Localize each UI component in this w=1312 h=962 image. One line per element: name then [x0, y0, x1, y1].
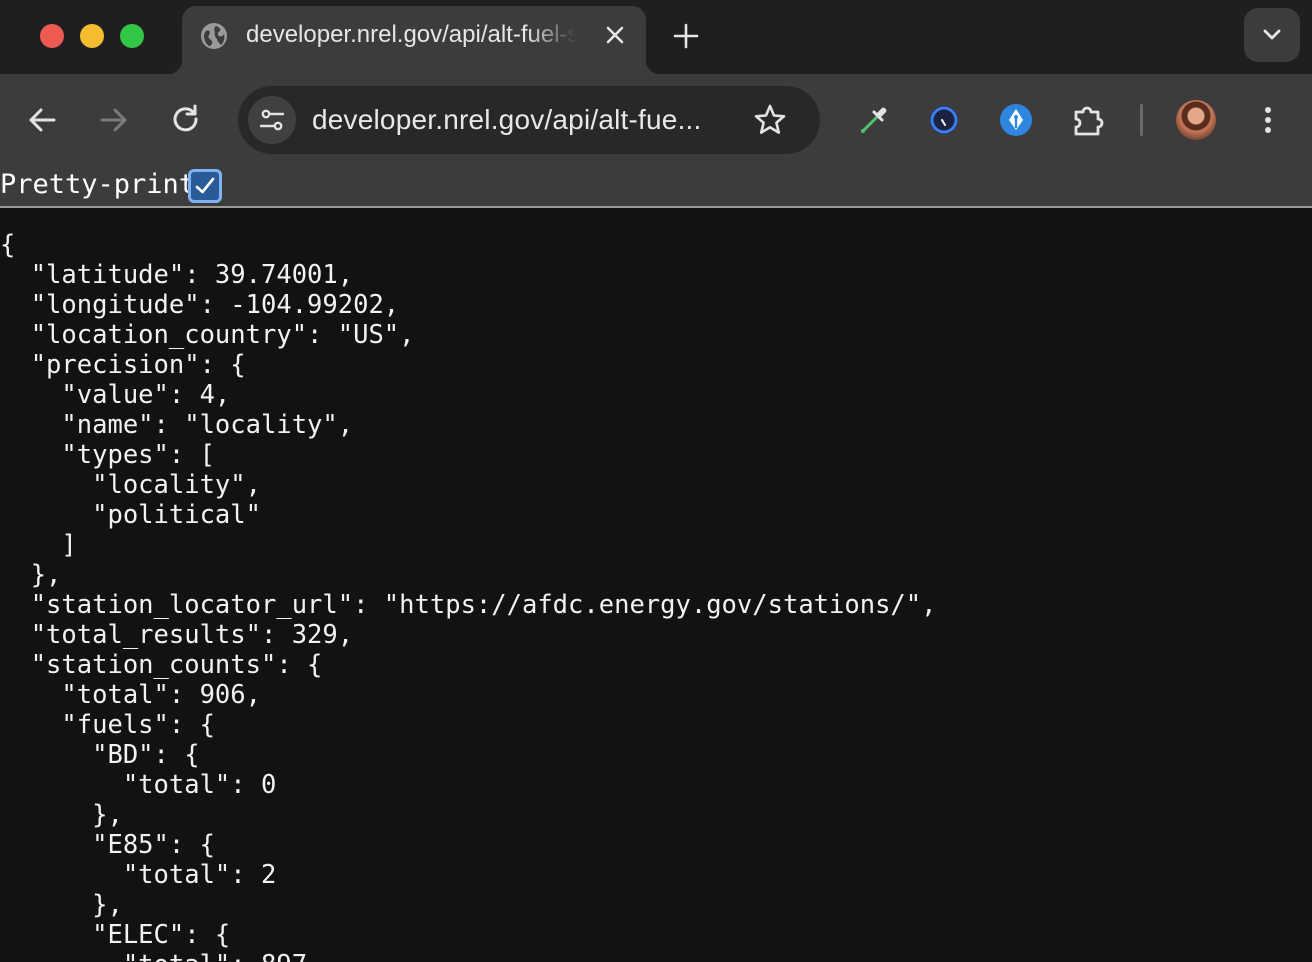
- bookmark-star-icon[interactable]: [752, 102, 788, 138]
- avatar[interactable]: [1176, 100, 1216, 140]
- json-line: "location_country": "US",: [0, 320, 415, 350]
- reload-icon: [173, 104, 198, 132]
- arrow-right-icon: [100, 108, 127, 132]
- close-icon[interactable]: [602, 22, 628, 48]
- json-line: ]: [0, 530, 77, 560]
- json-line: "E85": {: [0, 830, 215, 860]
- kebab-menu-icon: [1265, 107, 1271, 133]
- json-line: "BD": {: [0, 740, 200, 770]
- json-line: "station_locator_url": "https://afdc.ene…: [0, 590, 937, 620]
- circle-extension-icon[interactable]: [924, 100, 964, 140]
- pretty-print-bar: Pretty-print: [0, 166, 1312, 208]
- pretty-print-label: Pretty-print: [0, 169, 196, 200]
- json-line: },: [0, 890, 123, 920]
- arrow-left-icon: [29, 108, 56, 132]
- back-button[interactable]: [22, 100, 62, 140]
- json-line: "total": 906,: [0, 680, 261, 710]
- toolbar-separator: [1140, 104, 1143, 136]
- window-close-button[interactable]: [40, 24, 64, 48]
- json-line: "station_counts": {: [0, 650, 323, 680]
- json-line: "political": [0, 500, 261, 530]
- json-line: "locality",: [0, 470, 261, 500]
- checkmark-icon: [195, 177, 215, 194]
- json-line: "fuels": {: [0, 710, 215, 740]
- json-line: },: [0, 800, 123, 830]
- pen-extension-icon[interactable]: [996, 100, 1036, 140]
- json-line: "total": 0: [0, 770, 277, 800]
- pretty-print-checkbox[interactable]: [188, 169, 222, 203]
- reload-button[interactable]: [166, 100, 206, 140]
- new-tab-button[interactable]: [670, 20, 702, 52]
- site-info-button[interactable]: [248, 96, 296, 144]
- puzzle-icon[interactable]: [1068, 100, 1108, 140]
- json-line: {: [0, 230, 16, 260]
- url-text[interactable]: developer.nrel.gov/api/alt-fue...: [312, 104, 702, 136]
- active-tab[interactable]: developer.nrel.gov/api/alt-fuel-stations…: [168, 6, 660, 74]
- json-line: "latitude": 39.74001,: [0, 260, 354, 290]
- json-line: "total": 2: [0, 860, 277, 890]
- json-line: "name": "locality",: [0, 410, 354, 440]
- json-line: "total": 897: [0, 950, 937, 962]
- chevron-down-icon: [1263, 29, 1281, 40]
- tune-icon: [259, 109, 285, 131]
- json-line: "types": [: [0, 440, 215, 470]
- globe-icon: [200, 22, 228, 50]
- json-line: },: [0, 560, 62, 590]
- tab-title: developer.nrel.gov/api/alt-fuel-stations…: [246, 21, 576, 48]
- address-bar[interactable]: developer.nrel.gov/api/alt-fue...: [238, 86, 820, 154]
- json-line: "ELEC": {: [0, 920, 231, 950]
- window-minimize-button[interactable]: [80, 24, 104, 48]
- json-line: "total_results": 329,: [0, 620, 354, 650]
- json-line: "precision": {: [0, 350, 246, 380]
- json-viewer: { "latitude": 39.74001, "longitude": -10…: [0, 230, 937, 962]
- eyedropper-icon[interactable]: [854, 100, 894, 140]
- tab-strip: developer.nrel.gov/api/alt-fuel-stations…: [0, 0, 1312, 74]
- browser-window: developer.nrel.gov/api/alt-fuel-stations…: [0, 0, 1312, 962]
- json-line: "value": 4,: [0, 380, 231, 410]
- window-maximize-button[interactable]: [120, 24, 144, 48]
- more-menu-button[interactable]: [1248, 100, 1288, 140]
- json-line: "longitude": -104.99202,: [0, 290, 400, 320]
- page-content: Pretty-print { "latitude": 39.74001, "lo…: [0, 166, 1312, 962]
- forward-button[interactable]: [94, 100, 134, 140]
- browser-toolbar: developer.nrel.gov/api/alt-fue...: [0, 74, 1312, 166]
- tab-search-button[interactable]: [1244, 8, 1300, 62]
